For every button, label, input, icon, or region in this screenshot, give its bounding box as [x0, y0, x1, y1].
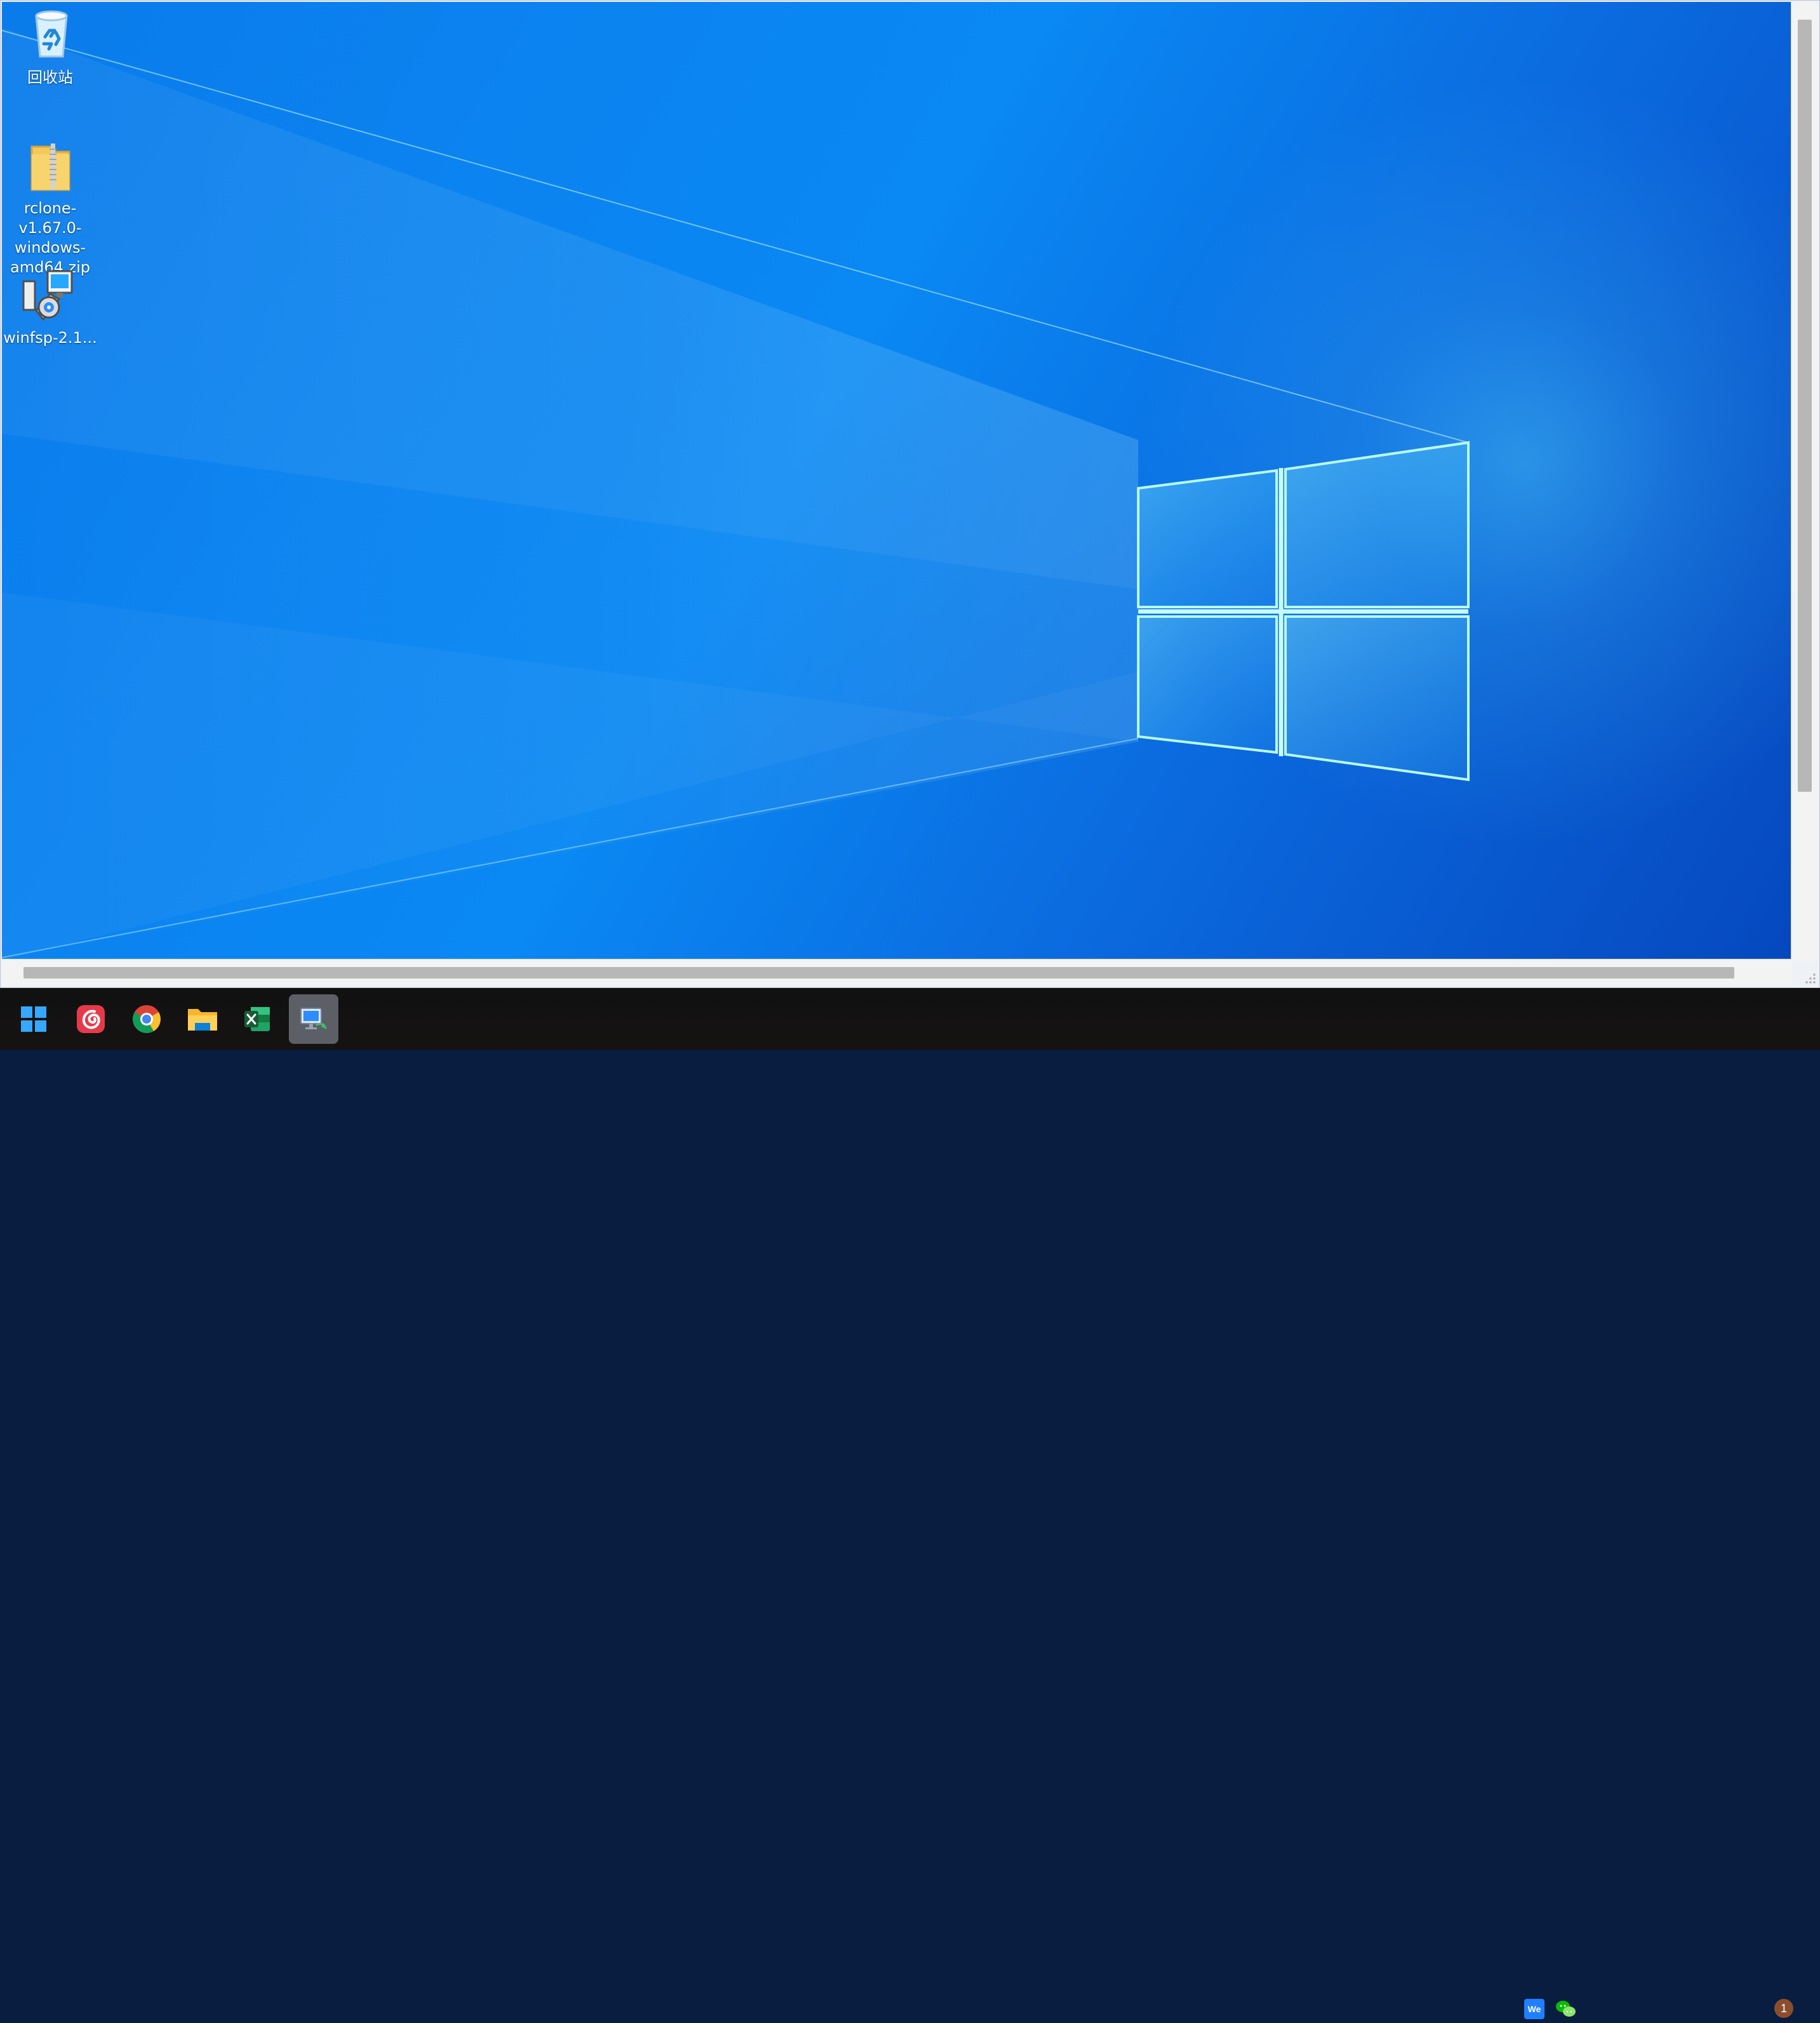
music-app-icon: [77, 1005, 105, 1033]
excel-button[interactable]: [232, 994, 282, 1044]
wechat-tray-icon[interactable]: [1555, 1999, 1578, 2020]
rclone-zip-label: rclone-v1.67.0-windows-amd64.zip: [10, 199, 90, 276]
folder-icon: [188, 1009, 217, 1031]
start-button[interactable]: [9, 994, 58, 1044]
we-tray-icon[interactable]: We: [1524, 1998, 1545, 2020]
netease-music-button[interactable]: [66, 994, 116, 1044]
resize-grip-icon[interactable]: [1802, 970, 1817, 985]
remote-desktop-icon: [300, 1008, 327, 1029]
installer-icon: [22, 267, 78, 323]
taskbar: We 1: [0, 988, 1820, 2019]
rclone-zip-desktop-icon[interactable]: rclone-v1.67.0-windows-amd64.zip: [2, 138, 98, 277]
file-explorer-button[interactable]: [178, 994, 227, 1044]
chrome-button[interactable]: [122, 994, 171, 1044]
excel-icon: [244, 1007, 270, 1031]
vertical-scroll-thumb[interactable]: [1798, 20, 1812, 792]
windows-start-icon: [21, 1006, 46, 1032]
remote-desktop-window: 回收站 rclone-v1.67.0-windows-amd64.zip win…: [0, 0, 1820, 988]
vertical-scrollbar[interactable]: [1791, 2, 1818, 961]
windows-logo-glow: [1137, 441, 1470, 782]
remote-desktop-button[interactable]: [289, 994, 338, 1044]
chrome-icon: [133, 1005, 161, 1033]
recycle-bin-desktop-icon[interactable]: 回收站: [2, 7, 98, 88]
windows-wallpaper: [2, 27, 1470, 961]
we-label: We: [1528, 2004, 1541, 2014]
notification-badge[interactable]: 1: [1774, 1999, 1793, 2018]
horizontal-scroll-thumb[interactable]: [23, 967, 1734, 978]
recycle-bin-label: 回收站: [27, 69, 73, 86]
remote-desktop-viewport[interactable]: 回收站 rclone-v1.67.0-windows-amd64.zip win…: [2, 2, 1792, 961]
winfsp-installer-desktop-icon[interactable]: winfsp-2.1...: [2, 267, 98, 348]
recycle-bin-icon: [22, 7, 78, 63]
zip-folder-icon: [22, 138, 78, 194]
winfsp-label: winfsp-2.1...: [3, 329, 97, 347]
horizontal-scrollbar[interactable]: [2, 959, 1792, 986]
